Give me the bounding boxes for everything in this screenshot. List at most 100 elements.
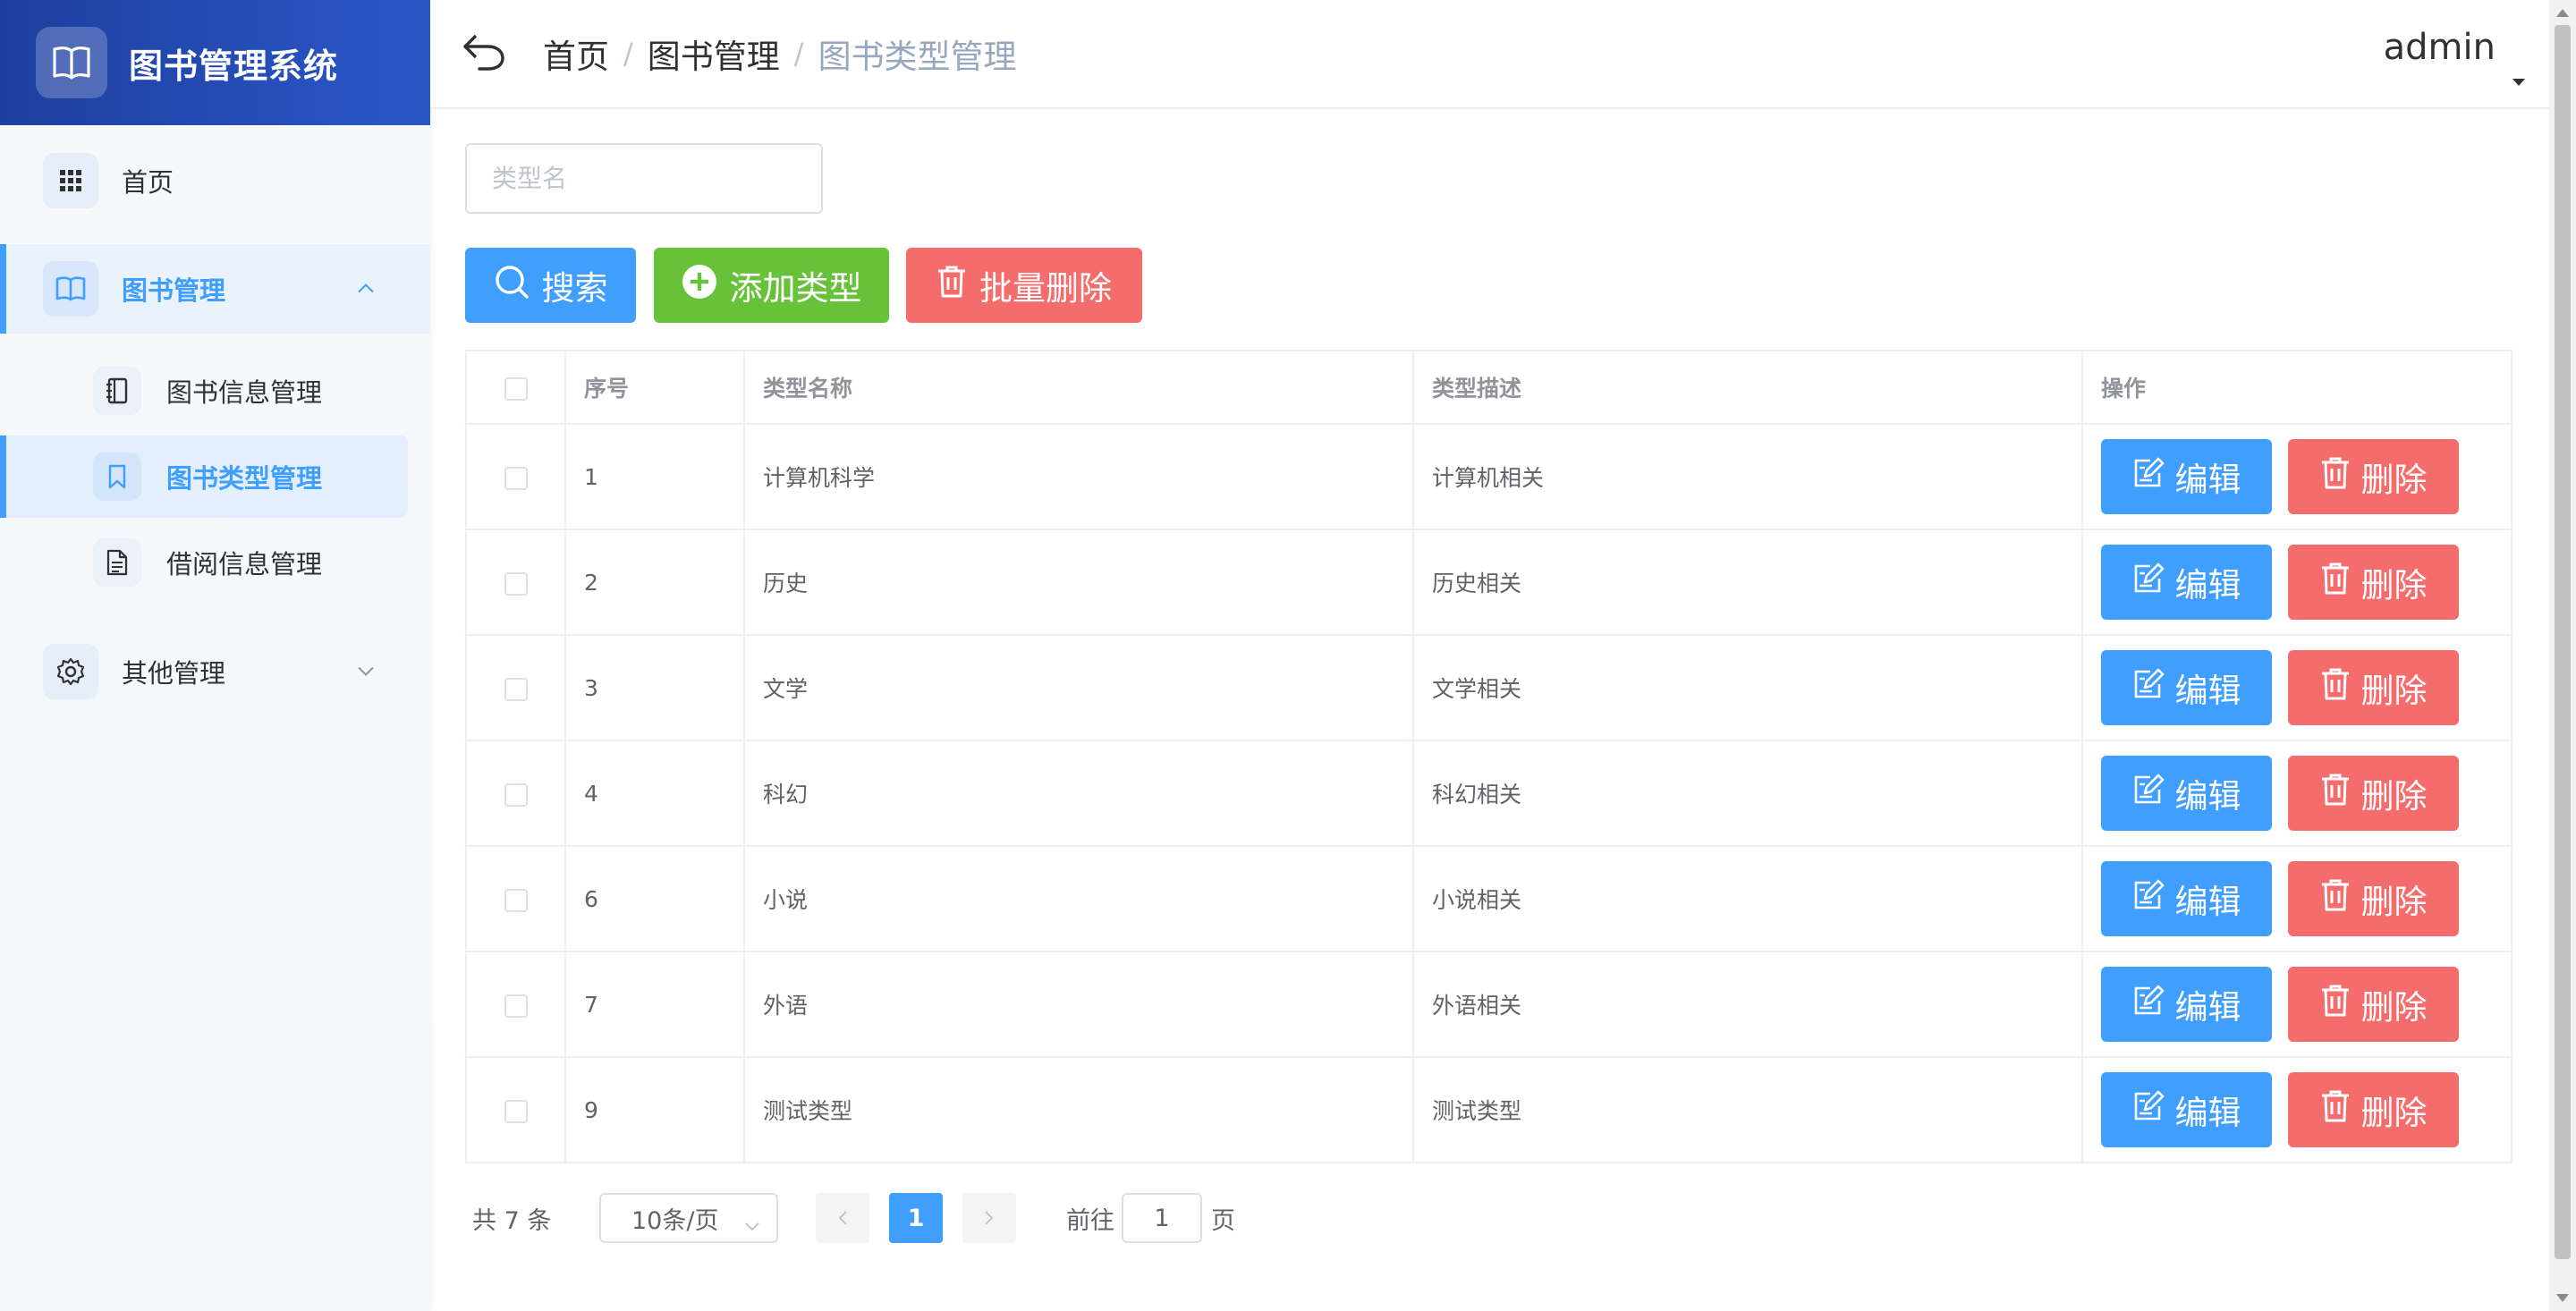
edit-button[interactable]: 编辑	[2101, 1072, 2272, 1147]
edit-button-label: 编辑	[2174, 777, 2241, 816]
cell-actions: 编辑 删除	[2081, 529, 2512, 636]
edit-button[interactable]: 编辑	[2101, 861, 2272, 936]
prev-page-button[interactable]	[816, 1193, 869, 1243]
edit-button[interactable]: 编辑	[2101, 756, 2272, 831]
row-select-cell	[465, 634, 566, 741]
delete-button[interactable]: 删除	[2288, 439, 2459, 514]
scroll-down-icon[interactable]	[2556, 1294, 2569, 1302]
column-header-type-desc: 类型描述	[1412, 350, 2083, 425]
edit-icon	[2132, 668, 2175, 708]
add-type-button-label: 添加类型	[729, 269, 862, 308]
trash-icon	[2320, 1089, 2361, 1131]
cell-actions: 编辑 删除	[2081, 740, 2512, 847]
delete-button[interactable]: 删除	[2288, 861, 2459, 936]
row-select-cell	[465, 1056, 566, 1163]
back-button[interactable]	[457, 27, 511, 80]
add-type-button[interactable]: 添加类型	[654, 248, 889, 323]
cell-type-desc: 计算机相关	[1412, 423, 2083, 530]
edit-icon	[2132, 985, 2175, 1025]
page-size-select[interactable]: 10条/页	[599, 1193, 778, 1243]
edit-button[interactable]: 编辑	[2101, 545, 2272, 620]
delete-button[interactable]: 删除	[2288, 1072, 2459, 1147]
delete-button[interactable]: 删除	[2288, 545, 2459, 620]
cell-index: 3	[564, 634, 745, 741]
row-checkbox[interactable]	[504, 994, 528, 1018]
page-scrollbar[interactable]	[2549, 0, 2576, 1311]
edit-icon	[2132, 562, 2175, 603]
row-checkbox[interactable]	[504, 677, 528, 701]
cell-type-name: 历史	[743, 529, 1414, 636]
chevron-down-icon	[744, 1211, 760, 1239]
delete-button-label: 删除	[2360, 461, 2428, 499]
search-button[interactable]: 搜索	[465, 248, 636, 323]
sidebar-item-book-types[interactable]: 图书类型管理	[0, 436, 408, 518]
batch-delete-button-label: 批量删除	[979, 269, 1112, 308]
next-page-button[interactable]	[962, 1193, 1016, 1243]
edit-button[interactable]: 编辑	[2101, 439, 2272, 514]
sidebar-item-book-management[interactable]: 图书管理	[0, 244, 430, 334]
table-row: 6 小说 小说相关 编辑 删除	[465, 845, 2512, 952]
row-checkbox[interactable]	[504, 571, 528, 596]
trash-icon	[2320, 773, 2361, 815]
sidebar-item-book-info[interactable]: 图书信息管理	[0, 350, 430, 432]
breadcrumb-book-management[interactable]: 图书管理	[648, 30, 780, 78]
user-menu[interactable]: admin	[2384, 27, 2526, 90]
delete-button-label: 删除	[2360, 566, 2428, 605]
sidebar-item-label: 图书类型管理	[166, 463, 323, 494]
cell-type-name: 外语	[743, 951, 1414, 1058]
chevron-down-icon	[357, 664, 375, 681]
delete-button-label: 删除	[2360, 1094, 2428, 1132]
pagination: 共 7 条 10条/页 1 前往 页	[472, 1193, 1235, 1243]
cell-index: 4	[564, 740, 745, 847]
table-row: 1 计算机科学 计算机相关 编辑 删除	[465, 423, 2512, 530]
sidebar-item-label: 其他管理	[122, 658, 226, 689]
edit-icon	[2132, 774, 2175, 814]
trash-icon	[2320, 984, 2361, 1026]
row-checkbox[interactable]	[504, 888, 528, 912]
delete-button[interactable]: 删除	[2288, 967, 2459, 1042]
sidebar-item-home[interactable]: 首页	[0, 136, 430, 225]
goto-suffix: 页	[1211, 1206, 1235, 1235]
breadcrumb-home[interactable]: 首页	[543, 30, 609, 78]
row-select-cell	[465, 740, 566, 847]
row-checkbox[interactable]	[504, 1099, 528, 1123]
trash-icon	[2320, 456, 2361, 498]
trash-icon	[2320, 878, 2361, 920]
edit-button[interactable]: 编辑	[2101, 967, 2272, 1042]
book-type-table: 序号 类型名称 类型描述 操作 1 计算机科学 计算机相关 编辑 删除 2 历史 …	[465, 350, 2512, 1163]
delete-button[interactable]: 删除	[2288, 756, 2459, 831]
edit-icon	[2132, 457, 2175, 497]
table-row: 2 历史 历史相关 编辑 删除	[465, 529, 2512, 636]
edit-button-label: 编辑	[2174, 672, 2241, 710]
edit-button-label: 编辑	[2174, 461, 2241, 499]
row-checkbox[interactable]	[504, 466, 528, 490]
sidebar-item-other-management[interactable]: 其他管理	[0, 627, 430, 716]
scroll-up-icon[interactable]	[2556, 9, 2569, 17]
goto-page-input[interactable]	[1122, 1193, 1202, 1243]
delete-button[interactable]: 删除	[2288, 650, 2459, 725]
type-name-search-input[interactable]	[465, 143, 823, 214]
cell-index: 2	[564, 529, 745, 636]
scroll-thumb[interactable]	[2555, 25, 2571, 1259]
cell-type-desc: 测试类型	[1412, 1056, 2083, 1163]
plus-circle-icon	[682, 264, 730, 308]
select-all-checkbox[interactable]	[504, 376, 528, 401]
page-number-current[interactable]: 1	[889, 1193, 943, 1243]
cell-index: 9	[564, 1056, 745, 1163]
sidebar-item-borrow-info[interactable]: 借阅信息管理	[0, 521, 430, 604]
delete-button-label: 删除	[2360, 777, 2428, 816]
chevron-up-icon	[357, 281, 375, 298]
cell-actions: 编辑 删除	[2081, 845, 2512, 952]
edit-button[interactable]: 编辑	[2101, 650, 2272, 725]
cell-type-desc: 外语相关	[1412, 951, 2083, 1058]
delete-button-label: 删除	[2360, 988, 2428, 1027]
trash-icon	[2320, 667, 2361, 709]
cell-type-name: 文学	[743, 634, 1414, 741]
batch-delete-button[interactable]: 批量删除	[906, 248, 1142, 323]
breadcrumb-current: 图书类型管理	[818, 38, 1017, 76]
document-icon	[93, 538, 141, 587]
delete-button-label: 删除	[2360, 672, 2428, 710]
row-checkbox[interactable]	[504, 782, 528, 807]
table-row: 7 外语 外语相关 编辑 删除	[465, 951, 2512, 1058]
cell-actions: 编辑 删除	[2081, 634, 2512, 741]
